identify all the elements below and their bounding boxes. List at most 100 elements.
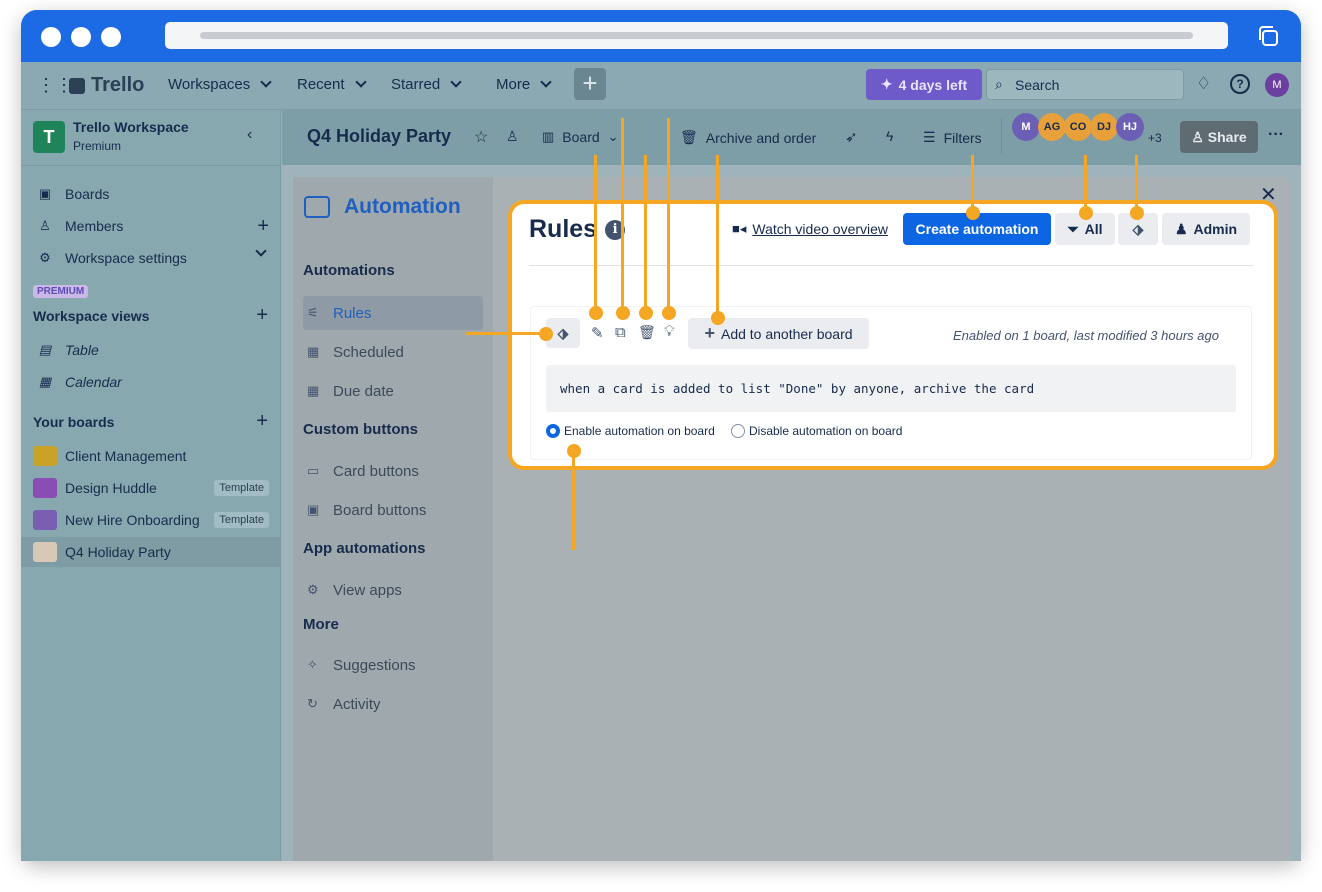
share-button[interactable]: ♙ Share <box>1180 121 1258 153</box>
collapse-sidebar-icon[interactable]: ‹ <box>247 126 252 144</box>
more-menu[interactable]: More <box>496 76 552 93</box>
more-heading: More <box>303 616 339 633</box>
chevron-down-icon <box>255 245 267 257</box>
funnel-icon: ⏷ <box>1067 220 1079 237</box>
help-icon[interactable]: ? <box>1230 74 1250 94</box>
callout-dot <box>539 327 553 341</box>
sidebar-board-item[interactable]: Client Management <box>21 441 281 471</box>
menu-item-activity[interactable]: ↻ Activity <box>303 687 483 721</box>
automation-title: Automation <box>304 195 461 219</box>
lightbulb-icon[interactable]: 💡︎ <box>664 323 675 340</box>
add-person-icon: ♙ <box>1191 129 1208 145</box>
enable-automation-radio[interactable]: Enable automation on board <box>546 424 715 438</box>
sidebar-item-table[interactable]: ▤ Table <box>21 335 281 365</box>
member-avatar[interactable]: CO <box>1064 113 1092 141</box>
board-view-switcher[interactable]: ▥ Board ⌄ <box>542 129 619 145</box>
sidebar-item-boards[interactable]: ▣ Boards <box>21 179 281 209</box>
copy-icon[interactable]: ⧉ <box>615 324 626 341</box>
recent-menu[interactable]: Recent <box>297 76 367 93</box>
menu-item-scheduled[interactable]: ▦ Scheduled <box>303 335 483 369</box>
sparkle-icon: ✧ <box>307 657 318 672</box>
chevron-down-icon <box>450 76 462 88</box>
filters-label: Filters <box>943 129 982 146</box>
sidebar-item-label: Boards <box>65 186 110 202</box>
workspace-name: Trello Workspace <box>73 119 189 135</box>
template-badge: Template <box>214 512 269 528</box>
add-view-icon[interactable]: + <box>256 304 268 327</box>
watch-video-link[interactable]: ■◂ Watch video overview <box>732 221 888 237</box>
trial-days-button[interactable]: ✦ 4 days left <box>866 69 982 100</box>
card-icon: ▭ <box>307 463 320 478</box>
rule-status-text: Enabled on 1 board, last modified 3 hour… <box>953 328 1219 343</box>
sidebar-item-members[interactable]: ♙ Members + <box>21 211 281 241</box>
sidebar-item-settings[interactable]: ⚙ Workspace settings <box>21 243 281 273</box>
notifications-bell-icon[interactable]: ♢ <box>1196 74 1211 94</box>
callout-dot <box>711 311 725 325</box>
template-badge: Template <box>214 480 269 496</box>
board-title[interactable]: Q4 Holiday Party <box>307 126 451 147</box>
board-icon: ▣ <box>307 502 320 517</box>
board-menu-icon[interactable]: ··· <box>1268 126 1284 144</box>
menu-item-view-apps[interactable]: ⚙ View apps <box>303 573 483 607</box>
power-ups-icon[interactable]: ➶ <box>845 128 858 146</box>
sidebar-board-item-active[interactable]: Q4 Holiday Party <box>21 537 281 567</box>
menu-item-label: Due date <box>333 382 394 400</box>
member-avatar[interactable]: HJ <box>1116 113 1144 141</box>
edit-pencil-icon[interactable]: ✎ <box>591 324 604 342</box>
gear-icon: ⚙ <box>307 582 319 597</box>
search-placeholder: Search <box>1015 76 1060 93</box>
menu-item-card-buttons[interactable]: ▭ Card buttons <box>303 454 483 488</box>
visibility-icon[interactable]: ♙ <box>506 128 519 145</box>
sidebar-board-item[interactable]: New Hire Onboarding Template <box>21 505 281 535</box>
menu-item-due-date[interactable]: ▦ Due date <box>303 374 483 408</box>
disable-automation-radio[interactable]: Disable automation on board <box>731 424 902 438</box>
menu-item-suggestions[interactable]: ✧ Suggestions <box>303 648 483 682</box>
member-avatar[interactable]: M <box>1012 113 1040 141</box>
member-avatar[interactable]: AG <box>1038 113 1066 141</box>
create-plus-button[interactable]: + <box>574 68 606 100</box>
tabs-copy-icon[interactable] <box>1256 24 1280 48</box>
admin-button[interactable]: ♟ Admin <box>1162 213 1250 245</box>
search-input[interactable]: ⌕ Search <box>986 69 1184 100</box>
add-member-icon[interactable]: + <box>257 215 269 238</box>
sidebar-item-calendar[interactable]: ▦ Calendar <box>21 367 281 397</box>
archive-and-order-button[interactable]: 🗑︎ Archive and order <box>680 129 816 146</box>
member-avatar[interactable]: DJ <box>1090 113 1118 141</box>
window-minimize-dot[interactable] <box>71 27 91 47</box>
callout-dot <box>1130 206 1144 220</box>
trello-logo-icon <box>69 77 85 94</box>
star-icon[interactable]: ☆ <box>474 127 488 147</box>
menu-item-board-buttons[interactable]: ▣ Board buttons <box>303 493 483 527</box>
starred-label: Starred <box>391 76 441 93</box>
add-board-label: Add to another board <box>720 325 853 342</box>
trial-label: 4 days left <box>898 76 968 93</box>
account-avatar[interactable]: M <box>1265 73 1289 97</box>
more-members-count[interactable]: +3 <box>1148 131 1162 145</box>
board-thumbnail <box>33 446 57 466</box>
address-bar[interactable] <box>165 22 1228 49</box>
workspace-sidebar: T Trello Workspace Premium ‹ ▣ Boards ♙ Me… <box>21 110 281 861</box>
window-close-dot[interactable] <box>41 27 61 47</box>
board-thumbnail <box>33 510 57 530</box>
radio-selected-icon <box>546 424 560 438</box>
plus-icon: + <box>704 323 715 343</box>
automations-heading: Automations <box>303 262 395 279</box>
chevron-down-icon <box>540 76 552 88</box>
add-board-icon[interactable]: + <box>256 410 268 433</box>
rules-divider <box>529 265 1253 266</box>
automation-bolt-icon[interactable]: ϟ <box>886 128 893 144</box>
sidebar-board-item[interactable]: Design Huddle Template <box>21 473 281 503</box>
calendar-icon: ▦ <box>307 344 320 359</box>
starred-menu[interactable]: Starred <box>391 76 462 93</box>
delete-trash-icon[interactable]: 🗑︎ <box>638 324 656 341</box>
callout-line <box>716 155 719 313</box>
menu-item-rules[interactable]: ⚟ Rules <box>303 296 483 330</box>
workspaces-menu[interactable]: Workspaces <box>168 76 272 93</box>
callout-line <box>621 118 624 313</box>
callout-line <box>667 118 670 313</box>
callout-line <box>1084 155 1087 213</box>
trello-logo[interactable]: Trello <box>69 74 144 97</box>
filters-button[interactable]: ☰ Filters <box>923 129 982 146</box>
video-camera-icon: ■◂ <box>732 221 747 236</box>
window-maximize-dot[interactable] <box>101 27 121 47</box>
